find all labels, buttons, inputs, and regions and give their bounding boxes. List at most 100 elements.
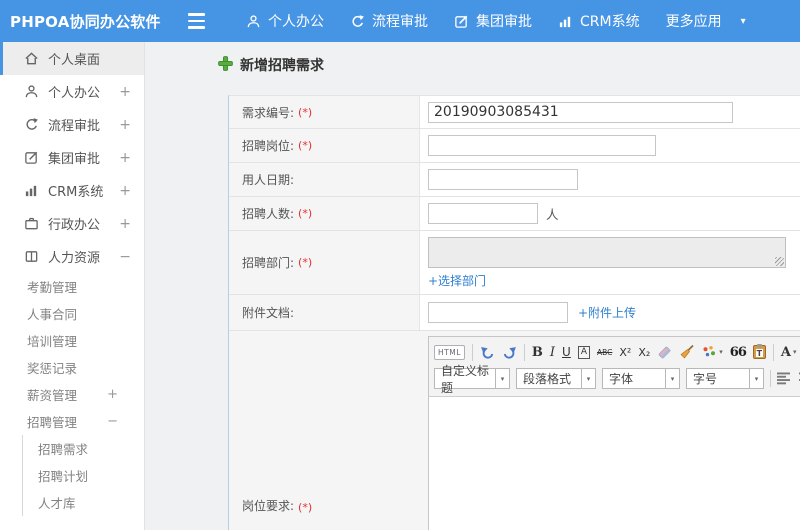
source-code-button[interactable]: HTML bbox=[434, 344, 465, 360]
attachment-input[interactable] bbox=[428, 302, 568, 323]
paragraph-format-dropdown[interactable]: 段落格式 ▾ bbox=[516, 368, 596, 389]
sidebar-item-crm-system[interactable]: CRM系统 + bbox=[0, 174, 144, 207]
expand-minus-icon: − bbox=[107, 414, 118, 429]
sidebar-item-group-approval[interactable]: 集团审批 + bbox=[0, 141, 144, 174]
expand-plus-icon: + bbox=[119, 215, 131, 232]
sidebar-item-personal-desktop[interactable]: 个人桌面 bbox=[0, 42, 144, 75]
nav-workflow-approval[interactable]: 流程审批 bbox=[350, 11, 428, 31]
select-department-link[interactable]: +选择部门 bbox=[428, 272, 486, 289]
italic-button[interactable]: I bbox=[550, 345, 555, 360]
sidebar-item-label: 个人桌面 bbox=[48, 53, 101, 68]
sidebar: 个人桌面 个人办公 + 流程审批 + 集团审批 + CRM系统 + 行政办公 + bbox=[0, 42, 145, 530]
font-size-dropdown[interactable]: 字号 ▾ bbox=[686, 368, 764, 389]
sidebar-subsubitem-label: 招聘需求 bbox=[38, 442, 89, 457]
label-text: 招聘人数: bbox=[242, 207, 295, 221]
headcount-input[interactable] bbox=[428, 203, 538, 224]
font-name-button[interactable]: A bbox=[577, 345, 590, 359]
font-color-glyph: A bbox=[780, 344, 791, 360]
sidebar-item-personal-office[interactable]: 个人办公 + bbox=[0, 75, 144, 108]
form-row-job-requirements: 岗位要求: (*) HTML B I U A ABC X² X₂ ▾ 66 T … bbox=[229, 331, 800, 530]
nav-more-apps[interactable]: 更多应用 ▾ bbox=[666, 11, 746, 31]
headcount-unit: 人 bbox=[546, 207, 559, 222]
bold-button[interactable]: B bbox=[532, 345, 543, 360]
blockquote-button[interactable]: 66 bbox=[730, 345, 747, 360]
demand-number-input[interactable] bbox=[428, 101, 733, 123]
field-label: 附件文档: bbox=[229, 295, 420, 330]
chart-icon bbox=[24, 183, 39, 198]
sidebar-item-label: 集团审批 bbox=[48, 152, 101, 167]
sidebar-item-workflow-approval[interactable]: 流程审批 + bbox=[0, 108, 144, 141]
dropdown-value: 字体 bbox=[602, 368, 666, 389]
attachment-upload-link[interactable]: +附件上传 bbox=[578, 304, 636, 321]
undo-icon[interactable] bbox=[480, 345, 495, 360]
paste-icon[interactable]: T bbox=[752, 344, 766, 359]
position-input[interactable] bbox=[428, 135, 656, 156]
main-content: 新增招聘需求 需求编号: (*) 招聘岗位: (*) bbox=[146, 42, 800, 530]
subscript-button[interactable]: X₂ bbox=[638, 346, 650, 359]
app-window: PHPOA协同办公软件 个人办公 流程审批 集团审批 CRM系统 更多应用 ▾ bbox=[0, 0, 800, 530]
form-row-attachment: 附件文档: +附件上传 bbox=[229, 295, 800, 331]
expand-plus-icon: + bbox=[119, 182, 131, 199]
book-icon bbox=[24, 249, 39, 264]
nav-personal-office[interactable]: 个人办公 bbox=[246, 11, 324, 31]
font-family-dropdown[interactable]: 字体 ▾ bbox=[602, 368, 680, 389]
label-text: 需求编号: bbox=[242, 105, 295, 120]
toolbar-separator bbox=[523, 343, 525, 361]
superscript-button[interactable]: X² bbox=[619, 346, 631, 359]
nav-label: 个人办公 bbox=[268, 14, 324, 30]
required-marker: (*) bbox=[298, 501, 313, 514]
sidebar-recruitment-group: 招聘需求 招聘计划 人才库 bbox=[22, 435, 144, 516]
label-text: 招聘岗位: bbox=[242, 139, 295, 153]
menu-icon[interactable] bbox=[188, 13, 208, 29]
user-icon bbox=[24, 84, 39, 99]
format-brush-icon[interactable] bbox=[679, 344, 695, 360]
sidebar-item-label: 行政办公 bbox=[48, 218, 101, 233]
department-textarea[interactable] bbox=[428, 237, 786, 268]
sidebar-subitem-recruitment[interactable]: 招聘管理 − bbox=[0, 408, 144, 435]
cycle-icon bbox=[24, 117, 39, 132]
underline-button[interactable]: U bbox=[562, 345, 571, 359]
sidebar-item-human-resources[interactable]: 人力资源 − bbox=[0, 240, 144, 273]
sidebar-subitem-label: 薪资管理 bbox=[27, 388, 78, 403]
doodle-icon[interactable]: ▾ bbox=[702, 345, 723, 360]
eraser-icon[interactable] bbox=[657, 345, 672, 360]
resize-handle-icon[interactable] bbox=[775, 257, 784, 266]
sidebar-subitem-training[interactable]: 培训管理 bbox=[0, 327, 144, 354]
recruit-demand-form: 需求编号: (*) 招聘岗位: (*) 用人日期: bbox=[228, 95, 800, 530]
caret-down-icon: ▾ bbox=[666, 368, 680, 389]
font-color-button[interactable]: A ▾ bbox=[781, 345, 797, 360]
editor-content[interactable] bbox=[429, 397, 800, 530]
toolbar-separator bbox=[772, 343, 774, 361]
nav-crm-system[interactable]: CRM系统 bbox=[558, 11, 640, 31]
label-text: 用人日期: bbox=[242, 173, 295, 187]
sidebar-subsubitem-recruit-demand[interactable]: 招聘需求 bbox=[23, 435, 144, 462]
hire-date-input[interactable] bbox=[428, 169, 578, 190]
sidebar-subitem-salary[interactable]: 薪资管理 + bbox=[0, 381, 144, 408]
form-row-demand-number: 需求编号: (*) bbox=[229, 96, 800, 129]
top-nav: 个人办公 流程审批 集团审批 CRM系统 更多应用 ▾ bbox=[246, 11, 746, 31]
sidebar-item-admin-office[interactable]: 行政办公 + bbox=[0, 207, 144, 240]
custom-heading-dropdown[interactable]: 自定义标题 ▾ bbox=[434, 364, 510, 395]
sidebar-item-label: 流程审批 bbox=[48, 119, 101, 134]
briefcase-icon bbox=[24, 216, 39, 231]
app-logo: PHPOA协同办公软件 bbox=[10, 12, 161, 31]
expand-plus-icon: + bbox=[119, 149, 131, 166]
strikethrough-button[interactable]: ABC bbox=[597, 348, 612, 357]
sidebar-subitem-label: 培训管理 bbox=[27, 334, 78, 349]
expand-plus-icon: + bbox=[119, 116, 131, 133]
label-text: 附件文档: bbox=[242, 306, 295, 320]
required-marker: (*) bbox=[298, 256, 313, 269]
sidebar-item-label: CRM系统 bbox=[48, 185, 104, 200]
align-left-icon[interactable] bbox=[777, 372, 792, 385]
nav-group-approval[interactable]: 集团审批 bbox=[454, 11, 532, 31]
cycle-icon bbox=[350, 14, 365, 29]
required-marker: (*) bbox=[298, 207, 313, 220]
caret-down-icon: ▾ bbox=[496, 368, 510, 389]
page-title: 新增招聘需求 bbox=[218, 55, 800, 75]
redo-icon[interactable] bbox=[502, 345, 517, 360]
sidebar-subitem-hr-contract[interactable]: 人事合同 bbox=[0, 300, 144, 327]
sidebar-subitem-attendance[interactable]: 考勤管理 bbox=[0, 273, 144, 300]
sidebar-subsubitem-talent-pool[interactable]: 人才库 bbox=[23, 489, 144, 516]
sidebar-subitem-rewards[interactable]: 奖惩记录 bbox=[0, 354, 144, 381]
sidebar-subsubitem-recruit-plan[interactable]: 招聘计划 bbox=[23, 462, 144, 489]
